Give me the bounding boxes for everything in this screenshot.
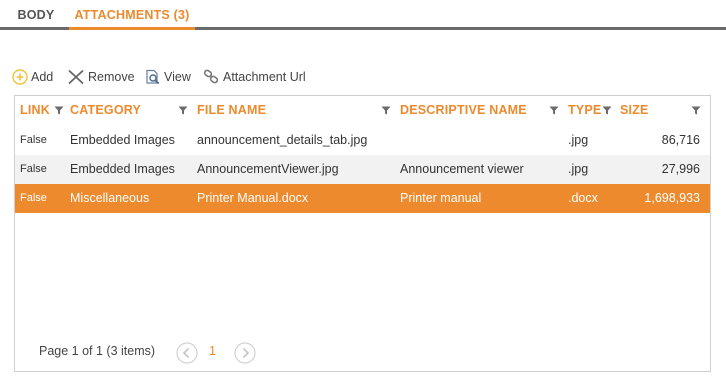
remove-button[interactable]: Remove xyxy=(67,67,135,87)
funnel-icon[interactable] xyxy=(178,106,188,115)
cell-category: Embedded Images xyxy=(70,133,175,147)
cell-descriptive-name: Announcement viewer xyxy=(400,162,524,176)
cell-file-name: Printer Manual.docx xyxy=(197,191,309,205)
funnel-icon[interactable] xyxy=(54,106,64,115)
active-tab-indicator xyxy=(69,27,195,30)
plus-circle-icon xyxy=(12,69,28,85)
chevron-right-circle-icon[interactable] xyxy=(234,342,256,364)
cell-type: .jpg xyxy=(568,162,589,176)
cell-size: 1,698,933 xyxy=(644,191,700,205)
cell-link: False xyxy=(20,163,47,175)
cell-size: 86,716 xyxy=(661,133,700,147)
cell-link: False xyxy=(20,134,47,146)
attachments-grid: LINK CATEGORY FILE NAME DESCRIPTIVE NAME… xyxy=(14,95,711,372)
column-header-size[interactable]: SIZE xyxy=(620,96,649,124)
column-header-link[interactable]: LINK xyxy=(20,96,50,124)
funnel-icon[interactable] xyxy=(691,106,701,115)
cell-category: Embedded Images xyxy=(70,162,175,176)
chevron-left-circle-icon[interactable] xyxy=(176,342,198,364)
tab-attachments[interactable]: ATTACHMENTS (3) xyxy=(69,0,195,27)
view-label: View xyxy=(164,70,191,84)
x-icon xyxy=(68,69,84,85)
cell-descriptive-name: Printer manual xyxy=(400,191,482,205)
add-label: Add xyxy=(31,70,54,84)
table-row[interactable]: False Embedded Images announcement_detai… xyxy=(15,126,710,155)
view-button[interactable]: View xyxy=(145,67,191,87)
cell-type: .docx xyxy=(568,191,598,205)
pager-summary: Page 1 of 1 (3 items) xyxy=(39,344,156,358)
column-header-category[interactable]: CATEGORY xyxy=(70,96,141,124)
table-row-selected[interactable]: False Miscellaneous Printer Manual.docx … xyxy=(15,184,710,213)
column-header-descriptive-name[interactable]: DESCRIPTIVE NAME xyxy=(400,96,527,124)
remove-label: Remove xyxy=(88,70,135,84)
cell-link: False xyxy=(20,192,47,204)
grid-header: LINK CATEGORY FILE NAME DESCRIPTIVE NAME… xyxy=(15,96,710,124)
cell-file-name: announcement_details_tab.jpg xyxy=(197,133,368,147)
tab-bar: BODY ATTACHMENTS (3) xyxy=(0,0,726,30)
table-row[interactable]: False Embedded Images AnnouncementViewer… xyxy=(15,155,710,184)
cell-size: 27,996 xyxy=(661,162,700,176)
column-header-file-name[interactable]: FILE NAME xyxy=(197,96,266,124)
column-header-type[interactable]: TYPE xyxy=(568,96,601,124)
attachment-url-button[interactable]: Attachment Url xyxy=(203,67,306,87)
tab-body[interactable]: BODY xyxy=(8,0,64,27)
cell-category: Miscellaneous xyxy=(70,191,150,205)
funnel-icon[interactable] xyxy=(549,106,559,115)
cell-file-name: AnnouncementViewer.jpg xyxy=(197,162,339,176)
attachment-url-label: Attachment Url xyxy=(223,70,306,84)
magnifier-document-icon xyxy=(146,69,160,85)
add-button[interactable]: Add xyxy=(12,67,53,87)
funnel-icon[interactable] xyxy=(602,106,612,115)
funnel-icon[interactable] xyxy=(381,106,391,115)
pager-page-number[interactable]: 1 xyxy=(209,344,216,358)
cell-type: .jpg xyxy=(568,133,589,147)
link-icon xyxy=(203,69,219,84)
